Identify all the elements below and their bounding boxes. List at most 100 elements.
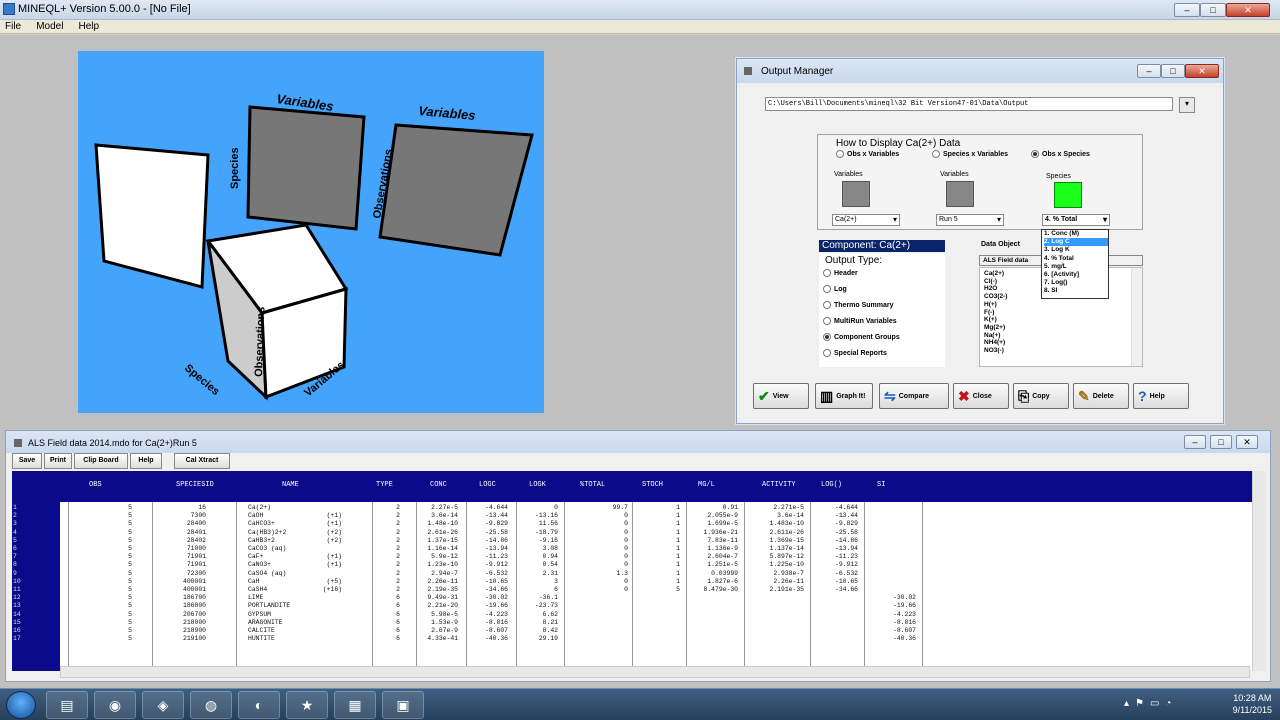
table-cell[interactable]: HUNTITE bbox=[248, 635, 275, 642]
table-cell[interactable]: 2.19e-35 bbox=[427, 586, 458, 593]
column-header[interactable]: LOGC bbox=[479, 481, 496, 489]
component-combo[interactable]: Ca(2+) bbox=[832, 214, 900, 226]
table-cell[interactable]: (+1) bbox=[327, 553, 342, 560]
table-cell[interactable]: 0 bbox=[624, 545, 628, 552]
table-cell[interactable]: 28402 bbox=[187, 537, 206, 544]
table-cell[interactable]: 186700 bbox=[183, 594, 206, 601]
output-type-log[interactable]: Log bbox=[823, 285, 847, 293]
table-cell[interactable]: -34.66 bbox=[835, 586, 858, 593]
table-cell[interactable]: 2 bbox=[396, 561, 400, 568]
table-cell[interactable]: 6 bbox=[396, 627, 400, 634]
table-cell[interactable]: -13.44 bbox=[835, 512, 858, 519]
table-cell[interactable]: 6 bbox=[396, 602, 400, 609]
table-cell[interactable]: 5 bbox=[676, 586, 680, 593]
table-cell[interactable]: -4.644 bbox=[485, 504, 508, 511]
table-cell[interactable]: -8.816 bbox=[893, 619, 916, 626]
list-item[interactable]: F(-) bbox=[984, 309, 1142, 317]
table-cell[interactable]: -4.223 bbox=[893, 611, 916, 618]
table-cell[interactable]: (+5) bbox=[327, 578, 342, 585]
table-cell[interactable]: 1.136e-9 bbox=[707, 545, 738, 552]
dw-maximize-button[interactable]: □ bbox=[1210, 435, 1232, 449]
table-cell[interactable]: 1.3 bbox=[616, 570, 628, 577]
column-header[interactable]: SI bbox=[877, 481, 885, 489]
dropdown-item[interactable]: 3. Log K bbox=[1044, 246, 1108, 254]
table-cell[interactable]: -4.223 bbox=[485, 611, 508, 618]
table-cell[interactable]: 28401 bbox=[187, 529, 206, 536]
table-cell[interactable]: -9.912 bbox=[835, 561, 858, 568]
maximize-button[interactable]: □ bbox=[1200, 3, 1226, 17]
table-cell[interactable]: -8.607 bbox=[893, 627, 916, 634]
table-cell[interactable]: 71000 bbox=[187, 545, 206, 552]
option-species-variables[interactable]: Species x Variables bbox=[932, 150, 1008, 158]
table-cell[interactable]: CaSO4 (aq) bbox=[248, 570, 286, 577]
table-cell[interactable]: -8.607 bbox=[485, 627, 508, 634]
table-cell[interactable]: 1 bbox=[676, 545, 680, 552]
table-cell[interactable]: -8.816 bbox=[485, 619, 508, 626]
table-cell[interactable]: 1 bbox=[676, 578, 680, 585]
table-cell[interactable]: Ca(2+) bbox=[248, 504, 271, 511]
table-cell[interactable]: 3.6e-14 bbox=[777, 512, 804, 519]
table-cell[interactable]: 72300 bbox=[187, 570, 206, 577]
table-cell[interactable]: 5 bbox=[128, 570, 132, 577]
quickbooks-icon[interactable]: ◐ bbox=[238, 691, 280, 719]
value-type-dropdown-list[interactable]: 1. Conc (M) 2. Log C 3. Log K 4. % Total… bbox=[1041, 229, 1109, 299]
table-cell[interactable]: -9.16 bbox=[539, 537, 558, 544]
menu-model[interactable]: Model bbox=[36, 20, 63, 34]
table-cell[interactable]: 218000 bbox=[183, 619, 206, 626]
table-cell[interactable]: -25.58 bbox=[485, 529, 508, 536]
list-item[interactable]: Na(+) bbox=[984, 332, 1142, 340]
table-cell[interactable]: 2.26e-11 bbox=[773, 578, 804, 585]
table-cell[interactable]: 2 bbox=[396, 520, 400, 527]
table-cell[interactable]: ARAGONITE bbox=[248, 619, 283, 626]
table-cell[interactable]: 2 bbox=[396, 504, 400, 511]
table-cell[interactable]: -30.02 bbox=[893, 594, 916, 601]
app-icon-3[interactable]: ◈ bbox=[142, 691, 184, 719]
table-cell[interactable]: 11.56 bbox=[539, 520, 558, 527]
list-item[interactable]: NH4(+) bbox=[984, 339, 1142, 347]
table-cell[interactable]: 71901 bbox=[187, 561, 206, 568]
list-scrollbar[interactable] bbox=[1131, 268, 1142, 366]
table-cell[interactable]: 400001 bbox=[183, 586, 206, 593]
dropdown-item[interactable]: 6. [Activity] bbox=[1044, 271, 1108, 279]
table-cell[interactable]: -18.79 bbox=[535, 529, 558, 536]
table-cell[interactable]: 8.21 bbox=[543, 619, 558, 626]
table-cell[interactable]: (+16) bbox=[323, 586, 342, 593]
table-cell[interactable]: 6.62 bbox=[543, 611, 558, 618]
table-cell[interactable]: 2.604e-7 bbox=[707, 553, 738, 560]
table-cell[interactable]: 0.91 bbox=[723, 504, 738, 511]
table-cell[interactable]: -34.66 bbox=[485, 586, 508, 593]
table-cell[interactable]: -13.44 bbox=[485, 512, 508, 519]
list-item[interactable]: Mg(2+) bbox=[984, 324, 1142, 332]
table-cell[interactable]: -19.66 bbox=[893, 602, 916, 609]
table-cell[interactable]: 0 bbox=[624, 520, 628, 527]
option-obs-variables[interactable]: Obs x Variables bbox=[836, 150, 899, 158]
menu-help[interactable]: Help bbox=[79, 20, 100, 34]
output-type-multirun[interactable]: MultiRun Variables bbox=[823, 317, 897, 325]
table-cell[interactable]: CaOH bbox=[248, 512, 263, 519]
table-cell[interactable]: 1.936e-21 bbox=[703, 529, 738, 536]
table-cell[interactable]: 5 bbox=[128, 627, 132, 634]
table-cell[interactable]: CaHCO3+ bbox=[248, 520, 275, 527]
table-cell[interactable]: 2 bbox=[396, 529, 400, 536]
table-cell[interactable]: (+1) bbox=[327, 512, 342, 519]
column-header[interactable]: SPECIESID bbox=[176, 481, 214, 489]
minimize-button[interactable]: – bbox=[1174, 3, 1200, 17]
table-cell[interactable]: 3.08 bbox=[543, 545, 558, 552]
table-cell[interactable]: 1.369e-15 bbox=[769, 537, 804, 544]
table-cell[interactable]: 219100 bbox=[183, 635, 206, 642]
table-cell[interactable]: 1.251e-5 bbox=[707, 561, 738, 568]
vertical-scrollbar[interactable] bbox=[1252, 471, 1266, 671]
table-cell[interactable]: -11.23 bbox=[835, 553, 858, 560]
copy-button[interactable]: ⎘ Copy bbox=[1013, 383, 1069, 409]
table-cell[interactable]: LIME bbox=[248, 594, 263, 601]
table-cell[interactable]: 2.611e-26 bbox=[769, 529, 804, 536]
table-cell[interactable]: CaF+ bbox=[248, 553, 263, 560]
table-cell[interactable]: 1.23e-10 bbox=[427, 561, 458, 568]
table-cell[interactable]: 2.938e-7 bbox=[773, 570, 804, 577]
table-cell[interactable]: 0 bbox=[624, 537, 628, 544]
column-header[interactable]: NAME bbox=[282, 481, 299, 489]
table-cell[interactable]: 4.33e-41 bbox=[427, 635, 458, 642]
table-cell[interactable]: 1.483e-10 bbox=[769, 520, 804, 527]
table-cell[interactable]: 206700 bbox=[183, 611, 206, 618]
table-cell[interactable]: 1.699e-5 bbox=[707, 520, 738, 527]
